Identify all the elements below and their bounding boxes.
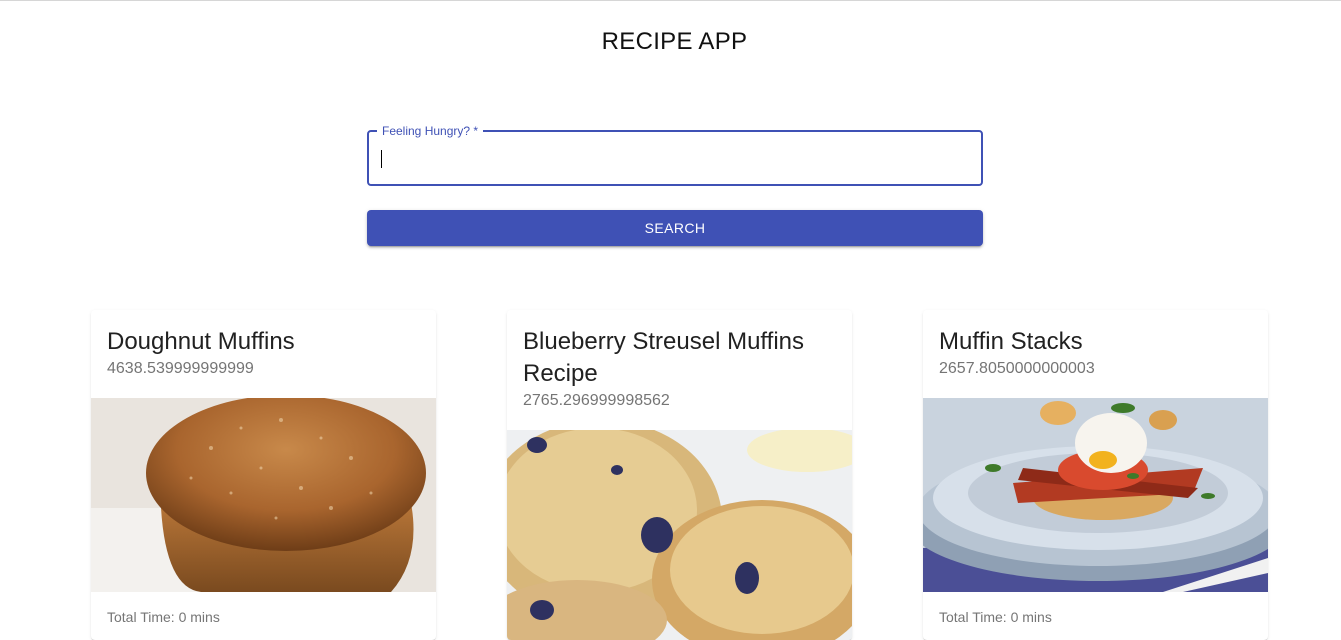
card-header: Doughnut Muffins 4638.539999999999 (91, 310, 436, 380)
recipe-card[interactable]: Doughnut Muffins 4638.539999999999 Total… (91, 310, 436, 640)
recipe-calories: 2657.8050000000003 (939, 360, 1095, 377)
recipe-title: Muffin Stacks (939, 328, 1083, 355)
blueberry-muffin-photo (507, 430, 852, 640)
card-header: Blueberry Streusel Muffins Recipe 2765.2… (507, 310, 852, 412)
recipe-calories: 2765.296999998562 (523, 392, 670, 409)
muffin-stack-photo (923, 398, 1268, 592)
recipe-title: Doughnut Muffins (107, 328, 295, 355)
recipe-total-time: Total Time: 0 mins (939, 609, 1052, 625)
doughnut-muffin-photo (91, 398, 436, 592)
recipe-total-time: Total Time: 0 mins (107, 609, 220, 625)
recipe-calories: 4638.539999999999 (107, 360, 254, 377)
text-caret (381, 150, 382, 168)
recipe-title: Blueberry Streusel Muffins Recipe (523, 328, 805, 387)
search-input[interactable] (381, 142, 966, 174)
page-title: RECIPE APP (601, 28, 748, 55)
recipe-card[interactable]: Muffin Stacks 2657.8050000000003 Total T… (923, 310, 1268, 640)
search-field-label: Feeling Hungry? * (377, 123, 484, 139)
recipe-card[interactable]: Blueberry Streusel Muffins Recipe 2765.2… (507, 310, 852, 640)
top-divider (0, 0, 1341, 1)
card-header: Muffin Stacks 2657.8050000000003 (923, 310, 1268, 380)
search-button[interactable]: SEARCH (367, 210, 983, 246)
search-field[interactable]: Feeling Hungry? * (367, 123, 983, 186)
